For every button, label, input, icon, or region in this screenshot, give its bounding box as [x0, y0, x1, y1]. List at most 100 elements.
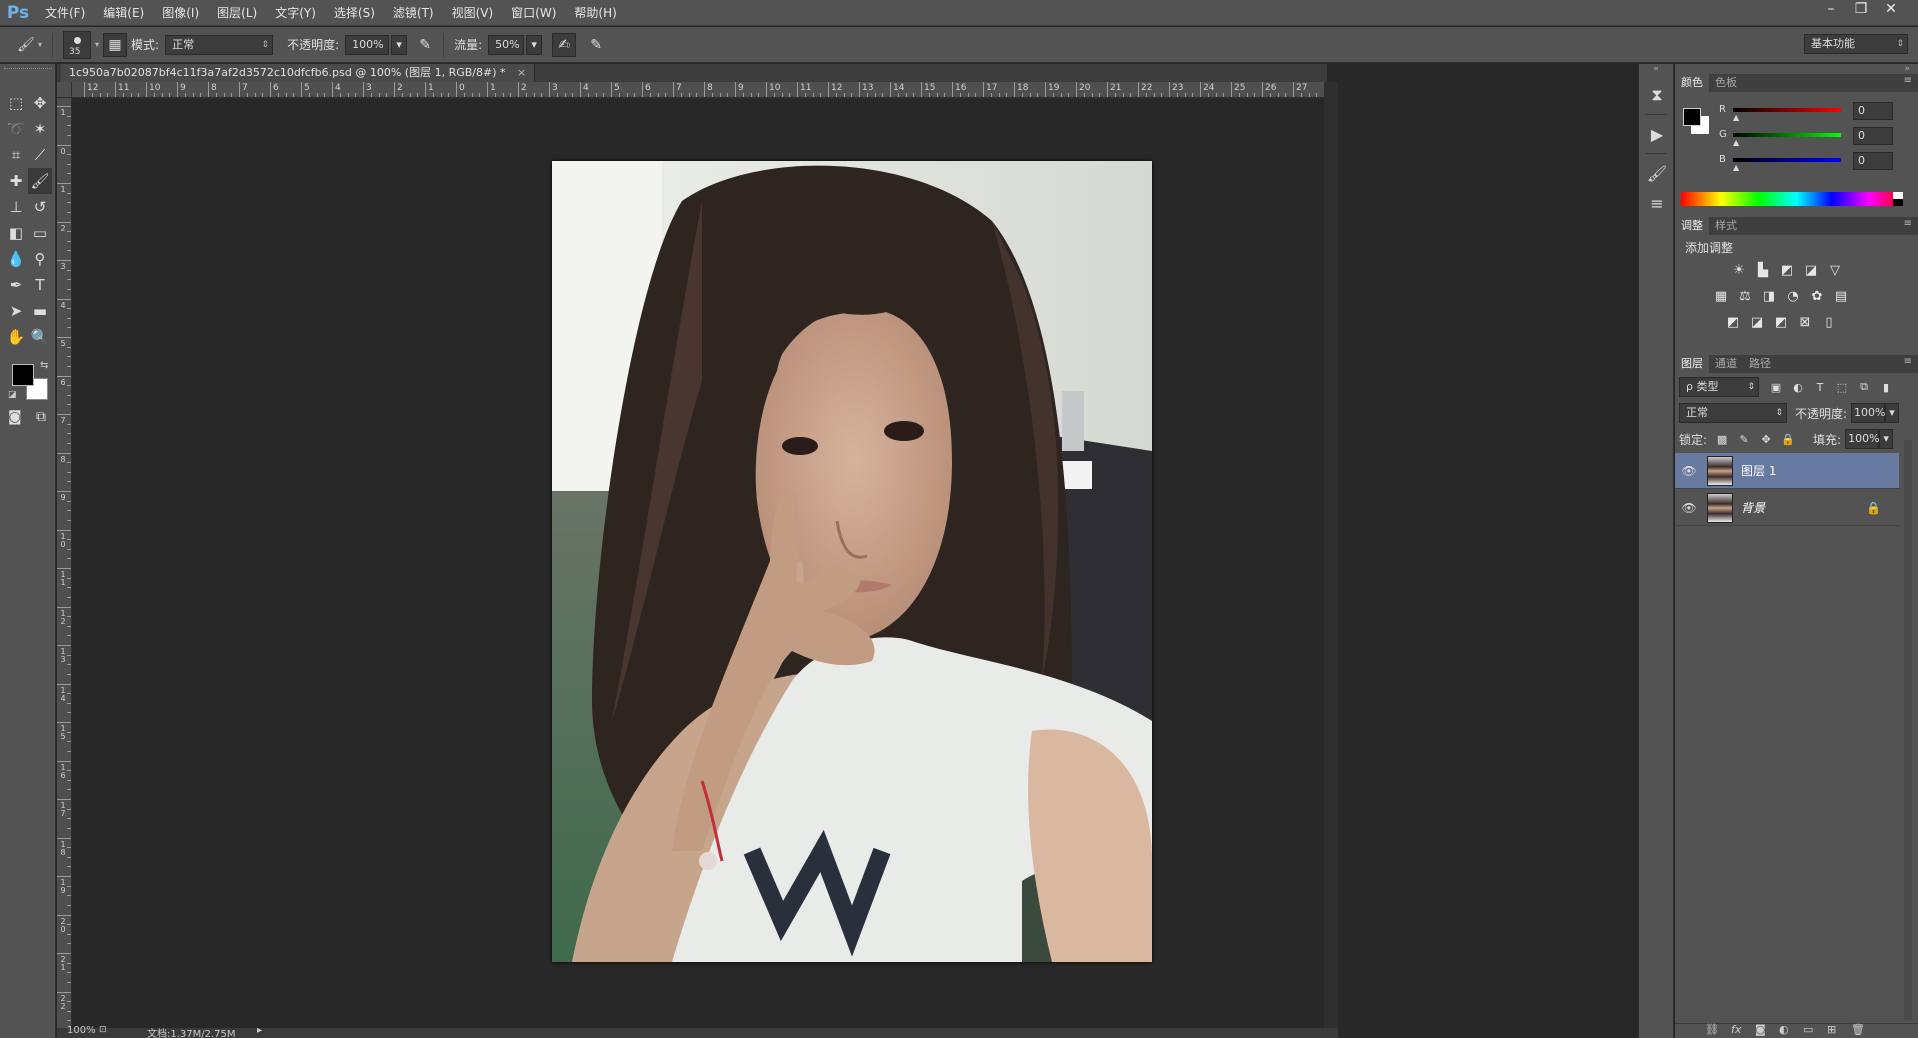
layer-row-background[interactable]: 👁 背景 🔒 — [1675, 490, 1899, 526]
opacity-input[interactable]: 100% — [345, 34, 390, 55]
menu-select[interactable]: 选择(S) — [325, 0, 384, 26]
healing-brush-icon[interactable]: ✚ — [4, 168, 28, 194]
quick-mask-icon[interactable]: ◙ — [8, 409, 22, 425]
lock-transparent-icon[interactable]: ▩ — [1711, 429, 1733, 449]
selective-color-icon[interactable]: ▯ — [1817, 311, 1841, 333]
color-spectrum[interactable] — [1681, 192, 1903, 206]
tab-channels[interactable]: 通道 — [1709, 355, 1743, 373]
history-panel-icon[interactable]: ⧗ — [1639, 80, 1675, 110]
tab-adjustments[interactable]: 调整 — [1675, 217, 1709, 235]
channel-mixer-icon[interactable]: ✿ — [1805, 285, 1829, 307]
g-value[interactable]: 0 — [1853, 127, 1893, 145]
b-track[interactable] — [1733, 158, 1841, 162]
slider-knob-icon[interactable]: ▲ — [1733, 138, 1739, 147]
color-lookup-icon[interactable]: ▤ — [1829, 285, 1853, 307]
exposure-icon[interactable]: ◪ — [1799, 259, 1823, 281]
actions-panel-icon[interactable]: ▶ — [1639, 119, 1675, 149]
posterize-icon[interactable]: ◪ — [1745, 311, 1769, 333]
r-track[interactable] — [1733, 108, 1841, 112]
document-image[interactable] — [552, 161, 1152, 962]
new-group-icon[interactable]: ▭ — [1803, 1023, 1813, 1036]
layer-opacity-input[interactable]: 100% — [1851, 403, 1886, 423]
color-foreground-swatch[interactable] — [1683, 108, 1701, 126]
black-white-ramp[interactable] — [1893, 192, 1903, 206]
blur-tool-icon[interactable]: 💧 — [4, 246, 28, 272]
tab-color[interactable]: 颜色 — [1675, 74, 1709, 92]
default-colors-icon[interactable]: ◪ — [8, 390, 17, 400]
clone-stamp-icon[interactable]: ⊥ — [4, 194, 28, 220]
gradient-tool-icon[interactable]: ▭ — [28, 220, 52, 246]
curves-icon[interactable]: ◩ — [1775, 259, 1799, 281]
menu-edit[interactable]: 编辑(E) — [94, 0, 153, 26]
layer-name[interactable]: 图层 1 — [1741, 462, 1776, 479]
vertical-ruler[interactable]: 101234567891 01 11 21 31 41 51 61 71 81 … — [57, 98, 72, 1028]
filter-pixel-icon[interactable]: ▣ — [1765, 377, 1787, 397]
collapse-panels-icon[interactable]: » — [1675, 64, 1918, 74]
r-value[interactable]: 0 — [1853, 102, 1893, 120]
add-mask-icon[interactable]: ◙ — [1755, 1023, 1766, 1036]
status-menu-arrow-icon[interactable]: ▸ — [257, 1025, 262, 1036]
hue-saturation-icon[interactable]: ▦ — [1709, 285, 1733, 307]
opacity-dropdown-icon[interactable]: ▾ — [391, 34, 408, 55]
document-tab[interactable]: 1c950a7b02087bf4c11f3a7af2d3572c10dfcfb6… — [61, 64, 536, 82]
close-tab-icon[interactable]: × — [517, 66, 526, 79]
g-track[interactable] — [1733, 133, 1841, 137]
history-brush-icon[interactable]: ↺ — [28, 194, 52, 220]
menu-layer[interactable]: 图层(L) — [208, 0, 266, 26]
brush-dropdown-icon[interactable]: ▾ — [95, 40, 99, 49]
status-icon[interactable]: ⊡ — [99, 1025, 107, 1035]
b-slider[interactable]: B ▲ 0 — [1719, 152, 1909, 172]
collapse-dock-icon[interactable]: « — [1639, 64, 1673, 80]
brush-presets-icon[interactable]: ≡ — [1639, 188, 1675, 218]
menu-window[interactable]: 窗口(W) — [502, 0, 565, 26]
filter-smart-object-icon[interactable]: ⧉ — [1853, 377, 1875, 397]
pressure-size-icon[interactable]: ✎ — [584, 33, 608, 57]
restore-button[interactable]: ❐ — [1846, 0, 1876, 20]
close-button[interactable]: ✕ — [1876, 0, 1906, 20]
tab-paths[interactable]: 路径 — [1743, 355, 1777, 373]
move-tool-icon[interactable]: ✥ — [28, 90, 52, 116]
pen-tool-icon[interactable]: ✒ — [4, 272, 28, 298]
zoom-level[interactable]: 100% — [67, 1025, 96, 1036]
type-tool-icon[interactable]: T — [28, 272, 52, 298]
ruler-corner[interactable] — [57, 82, 72, 98]
slider-knob-icon[interactable]: ▲ — [1733, 113, 1739, 122]
filter-type-icon[interactable]: T — [1809, 377, 1831, 397]
screen-mode-icon[interactable]: ⧉ — [36, 409, 46, 425]
mode-select[interactable]: 正常 ⇕ — [165, 34, 274, 55]
horizontal-ruler[interactable]: 12 11 10 9 8 7 6 5 4 3 2 1 0 1 2 3 4 5 6 7 8 9 10 11 12 13 14 15 16 1… — [72, 82, 1324, 98]
pressure-opacity-icon[interactable]: ✎ — [413, 33, 437, 57]
threshold-icon[interactable]: ◩ — [1769, 311, 1793, 333]
preset-dropdown-icon[interactable]: ▾ — [38, 40, 42, 49]
gradient-map-icon[interactable]: ⊠ — [1793, 311, 1817, 333]
menu-view[interactable]: 视图(V) — [443, 0, 503, 26]
tab-layers[interactable]: 图层 — [1675, 355, 1709, 373]
flow-dropdown-icon[interactable]: ▾ — [526, 34, 543, 55]
invert-icon[interactable]: ◩ — [1721, 311, 1745, 333]
menu-type[interactable]: 文字(Y) — [266, 0, 325, 26]
levels-icon[interactable]: ▙ — [1751, 259, 1775, 281]
panel-scrollbar[interactable] — [1904, 440, 1912, 1020]
delete-layer-icon[interactable]: 🗑 — [1851, 1023, 1865, 1036]
brush-panel-toggle-icon[interactable]: ▦ — [103, 32, 128, 57]
crop-tool-icon[interactable]: ⌗ — [4, 142, 28, 168]
b-value[interactable]: 0 — [1853, 152, 1893, 170]
filter-shape-icon[interactable]: ⬚ — [1831, 377, 1853, 397]
layer-thumbnail[interactable] — [1707, 492, 1733, 523]
tab-swatches[interactable]: 色板 — [1709, 74, 1743, 92]
tab-styles[interactable]: 样式 — [1709, 217, 1743, 235]
fill-input[interactable]: 100% — [1845, 429, 1880, 449]
minimize-button[interactable]: – — [1816, 0, 1846, 20]
lock-position-icon[interactable]: ✥ — [1755, 429, 1777, 449]
brush-tool-preset-icon[interactable]: 🖌 — [14, 33, 38, 57]
menu-image[interactable]: 图像(I) — [153, 0, 208, 26]
zoom-tool-icon[interactable]: 🔍 — [28, 324, 52, 350]
toolbar-grip[interactable] — [4, 68, 52, 70]
eraser-icon[interactable]: ◧ — [4, 220, 28, 246]
menu-help[interactable]: 帮助(H) — [565, 0, 625, 26]
airbrush-icon[interactable]: ✍ — [552, 32, 577, 57]
panel-menu-icon[interactable]: ≡ — [1904, 218, 1912, 229]
path-selection-icon[interactable]: ➤ — [4, 298, 28, 324]
photo-filter-icon[interactable]: ◔ — [1781, 285, 1805, 307]
filter-toggle-icon[interactable]: ▮ — [1875, 377, 1897, 397]
